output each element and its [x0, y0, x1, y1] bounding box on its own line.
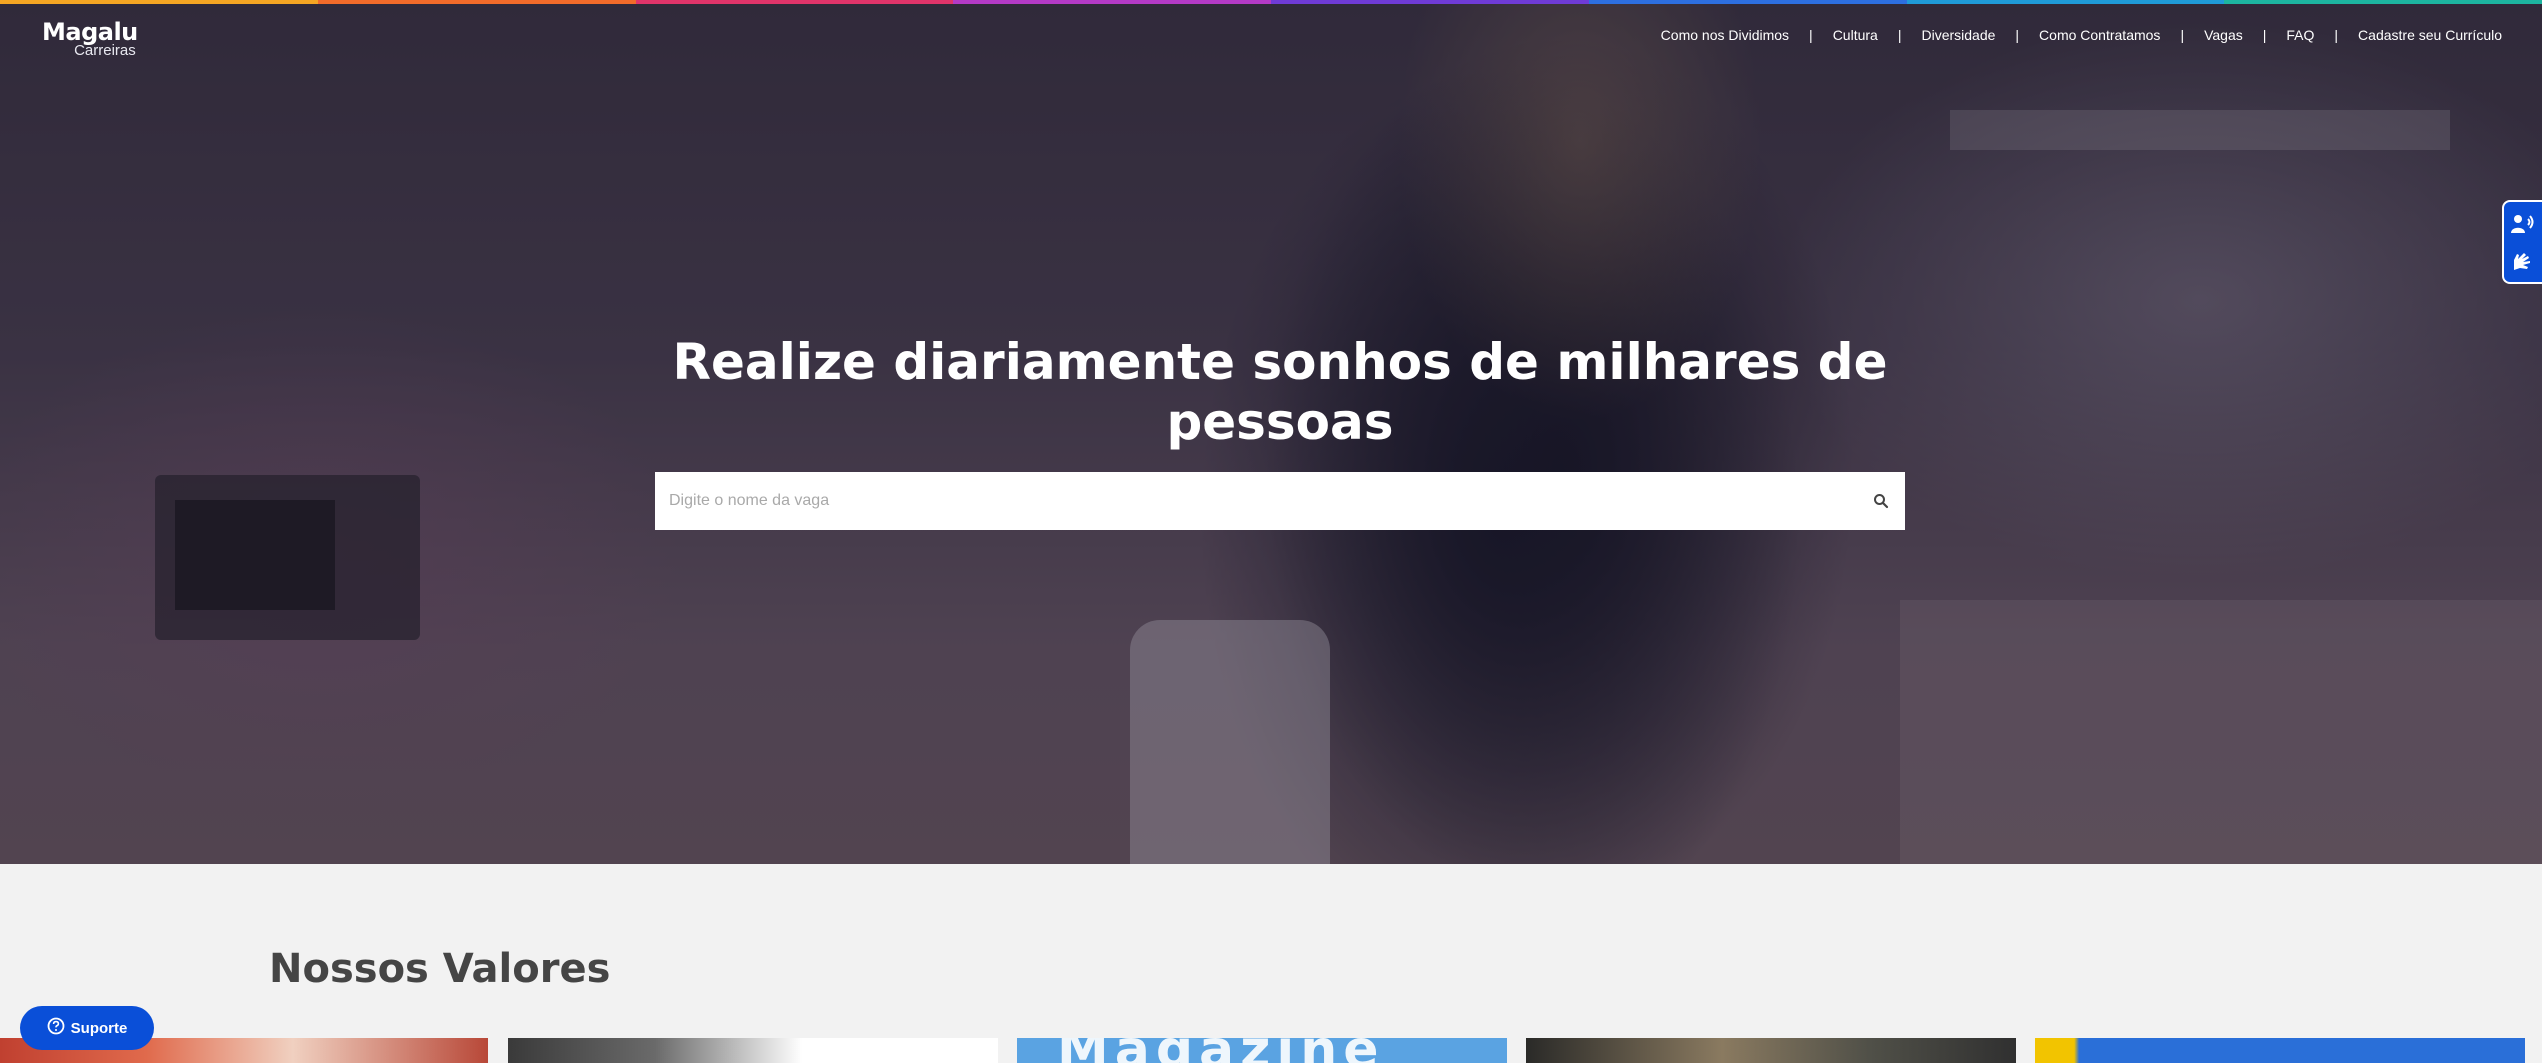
sign-language-icon[interactable] [2509, 246, 2537, 274]
logo-brand: Magalu [42, 18, 138, 46]
job-search-bar [655, 472, 1905, 530]
valor-card[interactable] [1526, 1038, 2016, 1063]
nav-item-cadastre-curriculo[interactable]: Cadastre seu Currículo [2358, 27, 2502, 43]
nav-item-como-contratamos[interactable]: Como Contratamos [2039, 27, 2160, 43]
nav-separator: | [1809, 27, 1813, 43]
nav-item-diversidade[interactable]: Diversidade [1921, 27, 1995, 43]
nav-item-como-nos-dividimos[interactable]: Como nos Dividimos [1661, 27, 1789, 43]
nav-item-faq[interactable]: FAQ [2286, 27, 2314, 43]
accessibility-widget [2502, 200, 2542, 284]
help-circle-icon [47, 1017, 65, 1039]
nav-separator: | [1897, 27, 1902, 43]
search-icon[interactable] [1857, 472, 1905, 530]
voice-reader-icon[interactable] [2509, 210, 2537, 238]
nav-separator: | [2334, 27, 2339, 43]
valores-cards-row: Magazine [0, 1038, 2542, 1063]
top-color-strip [0, 0, 2542, 4]
nav-item-cultura[interactable]: Cultura [1833, 27, 1878, 43]
section-title-nossos-valores: Nossos Valores [269, 946, 611, 992]
support-button[interactable]: Suporte [20, 1006, 154, 1050]
support-label: Suporte [70, 1019, 128, 1037]
main-nav: Como nos Dividimos | Cultura | Diversida… [1661, 27, 2502, 43]
valor-card[interactable] [2035, 1038, 2525, 1063]
valor-card[interactable]: Magazine [1017, 1038, 1507, 1063]
valor-card[interactable] [508, 1038, 998, 1063]
valor-card-sign-text: Magazine [1057, 1038, 1385, 1063]
magalu-carreiras-logo[interactable]: Magalu Carreiras [42, 20, 138, 59]
hero-headline: Realize diariamente sonhos de milhares d… [655, 332, 1905, 452]
nav-separator: | [2015, 27, 2020, 43]
nav-item-vagas[interactable]: Vagas [2204, 27, 2243, 43]
hero-headline-line2: pessoas [1166, 393, 1394, 451]
nav-separator: | [2262, 27, 2267, 43]
job-search-input[interactable] [655, 472, 1857, 530]
nav-separator: | [2180, 27, 2185, 43]
hero-headline-line1: Realize diariamente sonhos de milhares d… [672, 333, 1888, 391]
